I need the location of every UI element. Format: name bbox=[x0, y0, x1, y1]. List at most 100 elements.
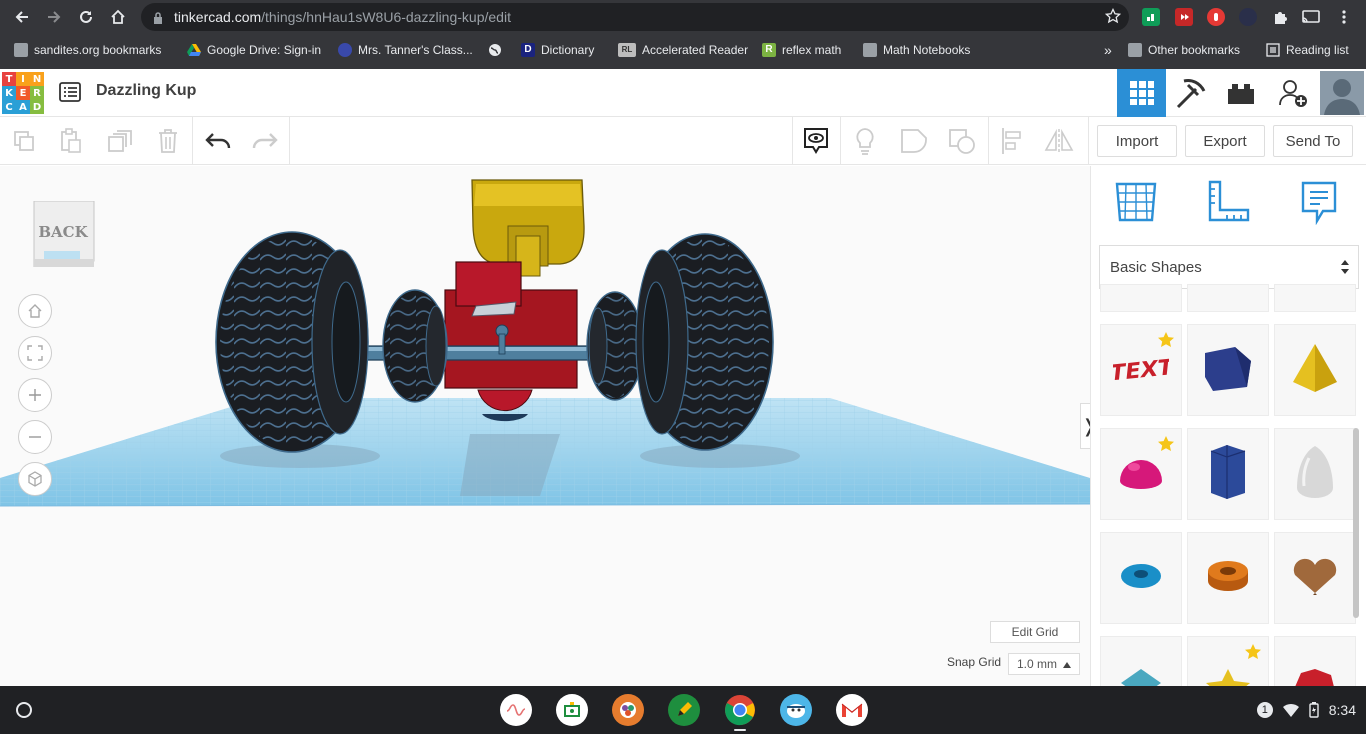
send-to-button[interactable]: Send To bbox=[1273, 125, 1353, 157]
add-user-button[interactable] bbox=[1268, 69, 1317, 117]
bookmark-accelerated-reader[interactable]: RL Accelerated Reader bbox=[618, 41, 748, 59]
back-arrow-icon[interactable] bbox=[10, 5, 34, 29]
more-bookmarks-button[interactable]: » bbox=[1104, 41, 1112, 59]
ruler-tool-button[interactable] bbox=[1205, 178, 1253, 226]
shape-tile-box[interactable] bbox=[1187, 324, 1269, 416]
bricks-view-button[interactable] bbox=[1216, 69, 1265, 117]
fit-view-button[interactable] bbox=[18, 336, 52, 370]
hand-extension-icon[interactable] bbox=[1207, 8, 1225, 26]
bookmark-sandites[interactable]: sandites.org bookmarks bbox=[14, 41, 161, 59]
bookmark-globe[interactable] bbox=[488, 41, 502, 59]
kebab-menu-icon[interactable] bbox=[1335, 8, 1353, 26]
shape-tile[interactable] bbox=[1100, 284, 1182, 312]
reading-list[interactable]: Reading list bbox=[1266, 41, 1349, 59]
shape-tile-polygon[interactable] bbox=[1187, 428, 1269, 520]
bookmark-reflex-math[interactable]: R reflex math bbox=[762, 41, 841, 59]
export-button[interactable]: Export bbox=[1185, 125, 1265, 157]
extension-circle-icon[interactable] bbox=[1239, 8, 1257, 26]
ungroup-icon[interactable] bbox=[946, 125, 978, 157]
shape-tile-icosahedron[interactable] bbox=[1274, 636, 1356, 686]
cast-extension-icon[interactable] bbox=[1142, 8, 1160, 26]
delete-trash-icon[interactable] bbox=[152, 125, 184, 157]
heart-shape-icon bbox=[1291, 557, 1339, 600]
other-bookmarks[interactable]: Other bookmarks bbox=[1128, 41, 1240, 59]
chrome-browser-icon[interactable] bbox=[724, 694, 756, 726]
bookmark-class[interactable]: Mrs. Tanner's Class... bbox=[338, 41, 473, 59]
bookmark-star-icon[interactable] bbox=[1104, 7, 1122, 29]
shape-tile-pyramid[interactable] bbox=[1274, 324, 1356, 416]
home-icon[interactable] bbox=[106, 5, 130, 29]
cast-icon[interactable] bbox=[1302, 8, 1320, 26]
app-face-icon[interactable] bbox=[780, 694, 812, 726]
reload-icon[interactable] bbox=[74, 5, 98, 29]
undo-icon[interactable] bbox=[202, 125, 234, 157]
show-all-notes-icon[interactable] bbox=[800, 125, 832, 157]
panel-scrollbar[interactable] bbox=[1353, 428, 1359, 618]
bookmark-math-notebooks[interactable]: Math Notebooks bbox=[863, 41, 970, 59]
bookmark-dictionary[interactable]: D Dictionary bbox=[521, 41, 594, 59]
workplane-tool-button[interactable] bbox=[1112, 178, 1160, 226]
zoom-in-button[interactable] bbox=[18, 378, 52, 412]
app-cast-icon[interactable] bbox=[612, 694, 644, 726]
system-tray[interactable]: 1 8:34 bbox=[1256, 694, 1356, 726]
home-view-button[interactable] bbox=[18, 294, 52, 328]
mirror-icon[interactable] bbox=[1043, 125, 1075, 157]
bookmark-label: Accelerated Reader bbox=[642, 43, 749, 57]
shape-tile-heart[interactable] bbox=[1274, 532, 1356, 624]
align-icon[interactable] bbox=[996, 125, 1028, 157]
address-bar[interactable]: tinkercad.com/things/hnHau1sW8U6-dazzlin… bbox=[141, 3, 1129, 31]
app-classroom-icon[interactable] bbox=[556, 694, 588, 726]
zoom-out-button[interactable] bbox=[18, 420, 52, 454]
gmail-icon[interactable] bbox=[836, 694, 868, 726]
shape-tile[interactable] bbox=[1274, 284, 1356, 312]
duplicate-icon[interactable] bbox=[104, 125, 136, 157]
forward-arrow-icon[interactable] bbox=[42, 5, 66, 29]
app-pencil-icon[interactable] bbox=[668, 694, 700, 726]
avatar[interactable] bbox=[1318, 69, 1366, 117]
notification-badge[interactable]: 1 bbox=[1256, 702, 1273, 718]
snap-grid-select[interactable]: 1.0 mm bbox=[1008, 653, 1080, 675]
lightbulb-icon[interactable] bbox=[849, 125, 881, 157]
scene-3d[interactable] bbox=[0, 166, 1090, 686]
paste-icon[interactable] bbox=[55, 125, 87, 157]
copy-icon[interactable] bbox=[8, 125, 40, 157]
shape-tile[interactable] bbox=[1187, 284, 1269, 312]
redo-icon[interactable] bbox=[249, 125, 281, 157]
record-extension-icon[interactable] bbox=[1175, 8, 1193, 26]
import-button[interactable]: Import bbox=[1097, 125, 1177, 157]
design-list-icon[interactable] bbox=[59, 82, 81, 107]
edit-grid-button[interactable]: Edit Grid bbox=[990, 621, 1080, 643]
launcher-circle-icon bbox=[16, 702, 32, 718]
shape-tile-torus[interactable] bbox=[1100, 532, 1182, 624]
shape-tile-paraboloid[interactable] bbox=[1274, 428, 1356, 520]
tinkercad-logo[interactable]: T I N K E R C A D bbox=[2, 72, 45, 114]
bookmark-label: Reading list bbox=[1286, 43, 1349, 57]
app-pulse-icon[interactable] bbox=[500, 694, 532, 726]
puzzle-extensions-icon[interactable] bbox=[1271, 8, 1289, 26]
shape-category-select[interactable]: Basic Shapes bbox=[1099, 245, 1359, 289]
logo-letter: T bbox=[2, 72, 16, 86]
group-icon[interactable] bbox=[898, 125, 930, 157]
3d-design-view-button[interactable] bbox=[1117, 69, 1166, 117]
logo-letter: E bbox=[16, 86, 30, 100]
design-title[interactable]: Dazzling Kup bbox=[96, 82, 196, 100]
shape-tile-star[interactable] bbox=[1187, 636, 1269, 686]
bookmark-label: Dictionary bbox=[541, 43, 595, 57]
launcher-button[interactable] bbox=[8, 694, 40, 726]
projection-toggle-button[interactable] bbox=[18, 462, 52, 496]
bookmark-label: Google Drive: Sign-in bbox=[207, 43, 322, 57]
view-cube[interactable]: BACK bbox=[32, 200, 96, 268]
notes-tool-button[interactable] bbox=[1295, 178, 1343, 226]
blocks-pickaxe-button[interactable] bbox=[1166, 69, 1215, 117]
shape-tile-half-sphere[interactable] bbox=[1100, 428, 1182, 520]
shape-tile-text[interactable]: TEXT bbox=[1100, 324, 1182, 416]
shape-tile-star-diamond[interactable] bbox=[1100, 636, 1182, 686]
globe-icon bbox=[488, 43, 502, 57]
url-path: /things/hnHau1sW8U6-dazzling-kup/edit bbox=[261, 9, 511, 25]
workplane-canvas[interactable]: BACK Edit Grid Snap Grid 1.0 mm bbox=[0, 166, 1090, 686]
shape-tile-tube[interactable] bbox=[1187, 532, 1269, 624]
bookmark-google-drive[interactable]: Google Drive: Sign-in bbox=[187, 41, 321, 59]
bookmark-label: sandites.org bookmarks bbox=[34, 43, 162, 57]
caret-up-icon bbox=[1063, 662, 1071, 668]
minus-icon bbox=[29, 436, 41, 438]
